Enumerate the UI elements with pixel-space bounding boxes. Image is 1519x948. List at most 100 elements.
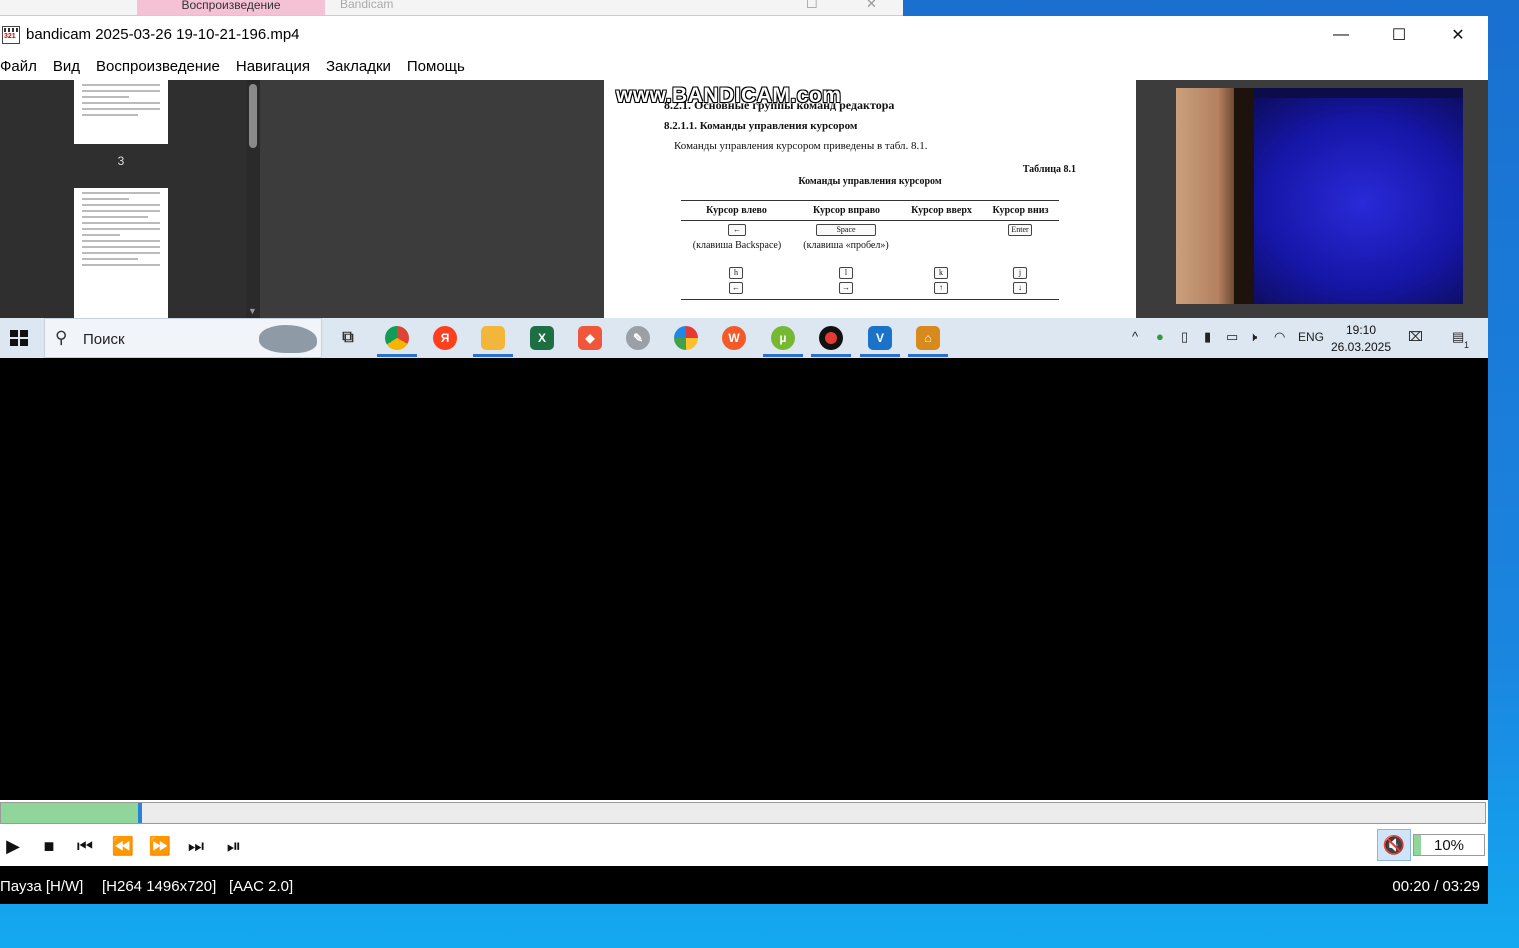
menu-help[interactable]: Помощь bbox=[399, 54, 473, 80]
bandicam-watermark: www.BANDICAM.com bbox=[616, 84, 842, 107]
tray-battery-icon: ▭ bbox=[1226, 329, 1239, 344]
app-icon bbox=[2, 26, 20, 44]
playback-state: Пауза [H/W] bbox=[0, 878, 84, 895]
menu-view[interactable]: Вид bbox=[45, 54, 88, 80]
video-frame-taskbar: ⚲ Поиск ⧉ Я X ◆ ✎ W µ V ⌂ ^ ● ▯ ▮ ▭ 🕨 ◠ … bbox=[0, 318, 1488, 358]
tray-keyboard-icon: ⌧ bbox=[1408, 329, 1423, 344]
document-page: 8.2.1. Основные группы команд редактора … bbox=[604, 80, 1136, 318]
video-frame-pdf-viewer: 3 ▼ 8.2.1. Основные группы команд редакт… bbox=[0, 80, 1488, 318]
active-app-indicator bbox=[908, 354, 948, 357]
rewind-button[interactable]: ⏪ bbox=[110, 834, 136, 858]
table-caption: Команды управления курсором bbox=[798, 176, 942, 187]
table-header: Курсор вправо bbox=[812, 205, 881, 216]
tray-app-icon: ● bbox=[1156, 329, 1164, 344]
background-window[interactable]: Воспроизведение Bandicam ☐ ✕ bbox=[0, 0, 903, 16]
table-header: Курсор влево bbox=[706, 205, 767, 216]
title-bar[interactable]: bandicam 2025-03-26 19-10-21-196.mp4 — ☐… bbox=[0, 16, 1488, 54]
table-rule bbox=[681, 299, 1059, 300]
windows-start-icon bbox=[10, 330, 28, 346]
seek-bar-played bbox=[1, 803, 138, 823]
thumbnail-page-number: 3 bbox=[117, 154, 125, 168]
page-thumbnail bbox=[74, 80, 168, 144]
active-app-indicator bbox=[811, 354, 851, 357]
key-note: (клавиша «пробел») bbox=[803, 240, 889, 251]
key-arrow-left: ← bbox=[729, 282, 743, 294]
video-codec-info: [H264 1496x720] bbox=[102, 878, 217, 895]
search-highlight-image bbox=[259, 325, 317, 353]
next-button[interactable]: ⏭ bbox=[183, 834, 209, 858]
key-arrow-up: ↑ bbox=[934, 282, 948, 294]
window-title: bandicam 2025-03-26 19-10-21-196.mp4 bbox=[26, 26, 300, 43]
task-view-icon: ⧉ bbox=[342, 329, 354, 346]
seek-bar[interactable] bbox=[0, 802, 1486, 824]
key-j: j bbox=[1013, 267, 1027, 279]
menu-navigation[interactable]: Навигация bbox=[228, 54, 318, 80]
doc-paragraph: Команды управления курсором приведены в … bbox=[674, 140, 928, 152]
wps-office-icon: W bbox=[722, 326, 746, 350]
thumbnail-scrollbar: ▼ bbox=[246, 80, 260, 318]
key-enter: Enter bbox=[1008, 224, 1032, 236]
key-space: Space bbox=[816, 224, 876, 236]
background-close-icon[interactable]: ✕ bbox=[866, 0, 877, 12]
page-thumbnail bbox=[74, 188, 168, 318]
speaker-muted-icon: 🔇 bbox=[1382, 834, 1406, 855]
utorrent-icon: µ bbox=[771, 326, 795, 350]
tray-time: 19:10 bbox=[1345, 323, 1377, 337]
key-arrow-right: → bbox=[839, 282, 853, 294]
tray-chevron-icon: ^ bbox=[1132, 329, 1139, 344]
table-rule bbox=[681, 220, 1059, 221]
chrome-icon bbox=[385, 326, 409, 350]
background-window-tab[interactable]: Воспроизведение bbox=[137, 0, 325, 15]
doc-subheading: 8.2.1.1. Команды управления курсором bbox=[664, 120, 858, 132]
background-maximize-icon[interactable]: ☐ bbox=[806, 0, 818, 12]
file-explorer-icon bbox=[481, 326, 505, 350]
active-app-indicator bbox=[860, 354, 900, 357]
active-app-indicator bbox=[763, 354, 803, 357]
notification-count: 1 bbox=[1464, 340, 1470, 350]
tray-wifi-icon: ◠ bbox=[1274, 329, 1286, 344]
menu-file[interactable]: Файл bbox=[0, 54, 45, 80]
play-button[interactable]: ▶ bbox=[0, 834, 26, 858]
volume-percent: 10% bbox=[1433, 837, 1465, 854]
audio-codec-info: [AAC 2.0] bbox=[229, 878, 294, 895]
key-h: h bbox=[729, 267, 743, 279]
app-icon-orange: ⌂ bbox=[916, 326, 940, 350]
key-backspace: ← bbox=[728, 224, 746, 236]
active-app-indicator bbox=[377, 354, 417, 357]
seek-handle[interactable] bbox=[137, 803, 142, 823]
table-rule bbox=[681, 200, 1059, 201]
taskbar-search-box: ⚲ Поиск bbox=[44, 318, 322, 358]
mute-button[interactable]: 🔇 bbox=[1377, 829, 1411, 861]
tray-clock: 19:10 26.03.2025 bbox=[1330, 322, 1392, 356]
media-player-window: bandicam 2025-03-26 19-10-21-196.mp4 — ☐… bbox=[0, 16, 1488, 904]
table-header: Курсор вниз bbox=[992, 205, 1049, 216]
notification-center-icon: ▤ bbox=[1452, 329, 1465, 344]
minimize-button[interactable]: — bbox=[1312, 16, 1370, 54]
search-icon: ⚲ bbox=[55, 328, 68, 347]
stop-button[interactable]: ■ bbox=[36, 834, 62, 858]
status-bar: Пауза [H/W] [H264 1496x720] [AAC 2.0] 00… bbox=[0, 866, 1488, 904]
playback-controls: ▶ ■ ⏮ ⏪ ⏩ ⏭ ⏯ 🔇 10% bbox=[0, 826, 1488, 866]
yandex-browser-icon: Я bbox=[433, 326, 457, 350]
menu-bookmarks[interactable]: Закладки bbox=[318, 54, 399, 80]
app-icon-gray: ✎ bbox=[626, 326, 650, 350]
active-app-indicator bbox=[473, 354, 513, 357]
key-arrow-down: ↓ bbox=[1013, 282, 1027, 294]
previous-button[interactable]: ⏮ bbox=[72, 834, 98, 858]
fast-forward-button[interactable]: ⏩ bbox=[147, 834, 173, 858]
menu-bar: Файл Вид Воспроизведение Навигация Закла… bbox=[0, 54, 1488, 80]
menu-playback[interactable]: Воспроизведение bbox=[88, 54, 228, 80]
taskbar-search-text: Поиск bbox=[83, 331, 125, 348]
volume-slider[interactable]: 10% bbox=[1413, 834, 1485, 856]
webcam-overlay bbox=[1176, 88, 1463, 304]
maximize-button[interactable]: ☐ bbox=[1370, 16, 1428, 54]
anydesk-icon: ◆ bbox=[578, 326, 602, 350]
table-label: Таблица 8.1 bbox=[1022, 164, 1076, 175]
thumbnail-panel: 3 bbox=[0, 80, 246, 318]
excel-icon: X bbox=[530, 326, 554, 350]
frame-step-button[interactable]: ⏯ bbox=[221, 834, 247, 858]
video-area[interactable]: 3 ▼ 8.2.1. Основные группы команд редакт… bbox=[0, 80, 1488, 800]
close-button[interactable]: ✕ bbox=[1429, 16, 1487, 54]
tray-device-icon: ▯ bbox=[1181, 329, 1189, 344]
key-l: l bbox=[839, 267, 853, 279]
